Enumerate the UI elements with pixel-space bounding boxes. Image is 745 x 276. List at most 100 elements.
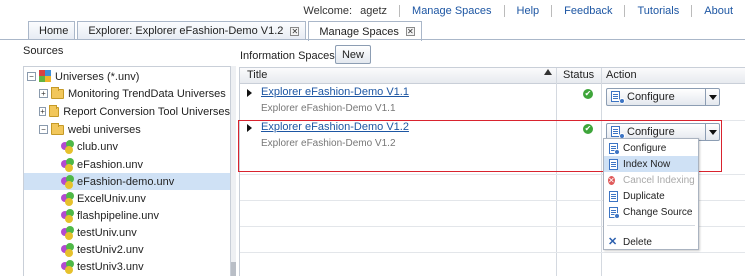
tree-node-universe[interactable]: testUniv.unv <box>24 224 230 241</box>
cancel-icon: ✕ <box>608 175 615 185</box>
menu-item-delete[interactable]: ✕ Delete <box>604 234 698 250</box>
tree-node-label: Monitoring TrendData Universes <box>68 87 226 100</box>
universe-icon <box>61 208 75 223</box>
new-button[interactable]: New <box>335 45 371 64</box>
welcome-label: Welcome: <box>303 5 353 17</box>
tab-home[interactable]: Home <box>28 21 76 40</box>
universe-icon <box>61 259 75 274</box>
nav-link-tutorials[interactable]: Tutorials <box>625 5 691 17</box>
scrollbar-thumb[interactable] <box>231 262 236 276</box>
tree-node-label: testUniv3.unv <box>77 260 144 273</box>
tree-node-webi-universes[interactable]: − webi universes <box>24 121 230 138</box>
tree-node-label: Universes (*.unv) <box>55 70 140 83</box>
duplicate-icon <box>608 190 619 202</box>
nav-link-help[interactable]: Help <box>505 5 552 17</box>
top-navigation: Welcome: agetz Manage Spaces Help Feedba… <box>303 4 745 18</box>
tree-node-monitoring[interactable]: + Monitoring TrendData Universes <box>24 85 230 102</box>
universe-icon <box>61 225 75 240</box>
tree-node-universe[interactable]: testUniv2.unv <box>24 241 230 258</box>
tree-node-label: ExcelUniv.unv <box>77 192 146 205</box>
universe-icon <box>61 191 75 206</box>
nav-link-manage-spaces[interactable]: Manage Spaces <box>400 5 504 17</box>
space-link[interactable]: Explorer eFashion-Demo V1.1 <box>261 86 409 98</box>
sources-title: Sources <box>23 45 64 57</box>
universes-icon <box>39 70 52 83</box>
expand-row-icon[interactable] <box>247 89 252 97</box>
menu-item-label: Index Now <box>623 158 671 170</box>
status-ok-icon: ✔ <box>583 89 593 99</box>
folder-open-icon <box>51 122 64 135</box>
user-name: agetz <box>360 5 388 17</box>
chevron-down-icon[interactable] <box>705 89 719 105</box>
space-subtitle: Explorer eFashion-Demo V1.1 <box>261 103 396 114</box>
menu-item-change-source[interactable]: Change Source <box>604 204 698 220</box>
nav-link-about[interactable]: About <box>692 5 745 17</box>
universe-icon <box>61 157 75 172</box>
column-status[interactable]: Status <box>563 69 594 81</box>
menu-item-configure[interactable]: Configure <box>604 140 698 156</box>
tree-node-universe[interactable]: flashpipeline.unv <box>24 207 230 224</box>
column-title[interactable]: Title <box>247 69 267 81</box>
configure-icon <box>608 142 620 155</box>
collapse-icon[interactable]: − <box>27 72 36 81</box>
tab-label: Manage Spaces <box>319 25 399 38</box>
sources-scrollbar[interactable] <box>231 66 236 276</box>
tree-node-label: club.unv <box>77 140 118 153</box>
tree-node-label: eFashion.unv <box>77 158 144 171</box>
universe-icon <box>61 242 75 257</box>
menu-item-label: Delete <box>623 236 652 248</box>
nav-link-feedback[interactable]: Feedback <box>552 5 624 17</box>
tree-node-universes[interactable]: − Universes (*.unv) <box>24 68 230 85</box>
menu-item-cancel-indexing[interactable]: ✕ Cancel Indexing <box>604 172 698 188</box>
tab-label: Home <box>39 25 69 37</box>
universe-icon <box>61 174 75 189</box>
tree-node-universe[interactable]: testUniv3.unv <box>24 258 230 275</box>
tree-node-label: testUniv2.unv <box>77 243 144 256</box>
folder-icon <box>49 104 60 117</box>
collapse-icon[interactable]: − <box>39 125 48 134</box>
menu-item-label: Cancel Indexing <box>623 174 695 186</box>
menu-item-index-now[interactable]: Index Now <box>604 156 698 172</box>
menu-item-label: Configure <box>623 142 667 154</box>
menu-item-label: Change Source <box>623 206 693 218</box>
delete-icon: ✕ <box>608 235 618 248</box>
folder-icon <box>51 86 64 99</box>
tree-node-universe[interactable]: eFashion.unv <box>24 156 230 173</box>
tab-manage-spaces[interactable]: Manage Spaces ✕ <box>308 21 422 41</box>
tree-node-label: eFashion-demo.unv <box>77 175 175 188</box>
expand-icon[interactable]: + <box>39 89 48 98</box>
menu-item-duplicate[interactable]: Duplicate <box>604 188 698 204</box>
index-now-icon <box>608 158 619 170</box>
tab-divider <box>0 39 745 40</box>
column-divider <box>556 68 557 276</box>
configure-label: Configure <box>627 91 675 103</box>
column-divider <box>601 68 602 276</box>
tree-node-universe[interactable]: club.unv <box>24 138 230 155</box>
tree-node-report-conversion[interactable]: + Report Conversion Tool Universes <box>24 103 230 120</box>
menu-item-label: Duplicate <box>623 190 665 202</box>
tree-node-label: testUniv.unv <box>77 226 137 239</box>
close-icon[interactable]: ✕ <box>290 26 300 36</box>
grid-header: Title Status Action <box>240 68 745 84</box>
universe-icon <box>61 139 75 154</box>
tab-explorer[interactable]: Explorer: Explorer eFashion-Demo V1.2 ✕ <box>77 21 307 40</box>
sort-ascending-icon[interactable] <box>544 69 552 75</box>
information-spaces-title: Information Spaces <box>240 50 335 62</box>
expand-icon[interactable]: + <box>39 107 47 116</box>
tab-strip: Home Explorer: Explorer eFashion-Demo V1… <box>28 21 424 41</box>
change-source-icon <box>608 206 620 219</box>
column-action[interactable]: Action <box>606 69 637 81</box>
tree-node-universe-selected[interactable]: eFashion-demo.unv <box>24 173 230 190</box>
tree-node-label: Report Conversion Tool Universes <box>63 105 230 118</box>
tree-node-universe[interactable]: ExcelUniv.unv <box>24 190 230 207</box>
menu-separator <box>607 225 695 226</box>
configure-button[interactable]: Configure <box>606 88 720 106</box>
tree-node-label: webi universes <box>68 123 141 136</box>
row-divider <box>240 252 745 253</box>
close-icon[interactable]: ✕ <box>405 27 415 36</box>
tab-label: Explorer: Explorer eFashion-Demo V1.2 <box>88 25 284 37</box>
sources-tree: − Universes (*.unv) + Monitoring TrendDa… <box>23 66 231 276</box>
configure-icon <box>610 91 625 104</box>
top-bar: Welcome: agetz Manage Spaces Help Feedba… <box>0 0 745 41</box>
action-menu: Configure Index Now ✕ Cancel Indexing Du… <box>603 138 699 250</box>
